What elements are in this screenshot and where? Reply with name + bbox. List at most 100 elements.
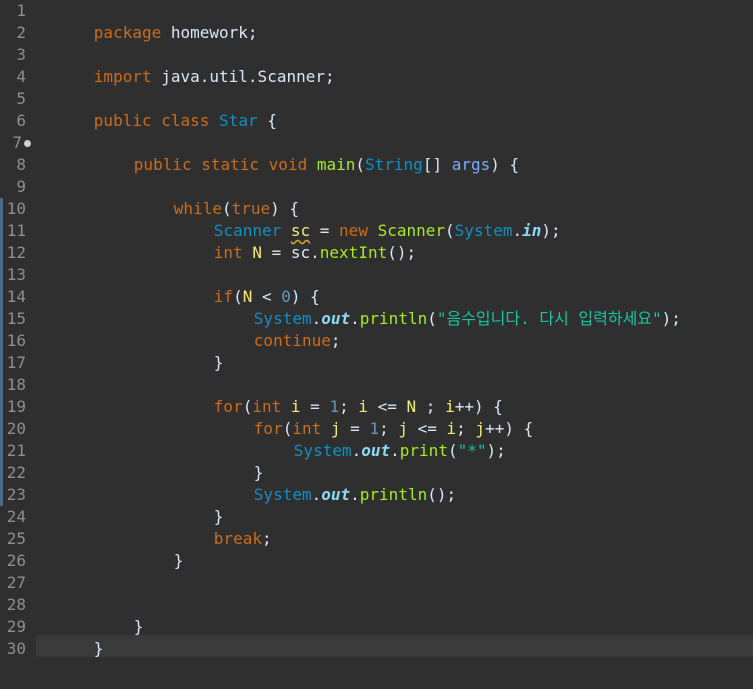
method-name: println <box>359 309 428 328</box>
code-text: ); <box>541 221 561 240</box>
line-number[interactable]: 6 <box>0 110 26 132</box>
code-text: ( <box>427 309 437 328</box>
line-number[interactable]: 5 <box>0 88 26 110</box>
code-line-23[interactable]: } <box>156 484 224 526</box>
code-line-19[interactable]: for(int j = 1; j <= i; j++) { <box>196 396 533 438</box>
line-number[interactable]: 1 <box>0 0 26 22</box>
line-number[interactable]: 17 <box>0 352 26 374</box>
line-number[interactable]: 11 <box>0 220 26 242</box>
line-number[interactable]: 21 <box>0 440 26 462</box>
variable-name: N <box>252 243 262 262</box>
method-name: nextInt <box>319 243 388 262</box>
code-line-15[interactable]: continue; <box>196 308 341 350</box>
line-number[interactable]: 15 <box>0 308 26 330</box>
code-text: . <box>311 485 322 504</box>
code-text: . <box>350 309 360 328</box>
line-number[interactable]: 16 <box>0 330 26 352</box>
type-name: System <box>293 441 352 460</box>
code-text: = sc. <box>261 243 320 262</box>
line-number[interactable]: 14 <box>0 286 26 308</box>
code-line-18[interactable]: for(int i = 1; i <= N ; i++) { <box>156 374 503 416</box>
code-text: [] <box>422 155 452 174</box>
line-number[interactable]: 13 <box>0 264 26 286</box>
static-field: out <box>361 441 391 460</box>
code-line-22[interactable]: System.out.println(); <box>196 462 456 504</box>
code-text: . <box>512 221 523 240</box>
keyword: public <box>133 155 192 174</box>
string-literal: "음수입니다. 다시 입력하세요" <box>436 309 662 328</box>
code-text: . <box>351 441 362 460</box>
code-text: ( <box>447 441 458 460</box>
code-line-11[interactable]: int N = sc.nextInt(); <box>156 220 416 262</box>
line-number[interactable]: 4 <box>0 66 26 88</box>
line-number[interactable]: 9 <box>0 176 26 198</box>
code-line-14[interactable]: System.out.println("음수입니다. 다시 입력하세요"); <box>196 286 681 328</box>
code-text: { <box>257 111 277 130</box>
code-text: . <box>390 441 400 460</box>
code-line-16[interactable]: } <box>156 330 224 372</box>
code-line-5[interactable]: public class Star { <box>36 88 277 130</box>
code-editor[interactable]: 1 2 3 4 5 6 7 8 9 10 11 12 13 14 15 16 17 18 19 20 21 22 23 24 2… <box>0 0 753 689</box>
code-text: . <box>350 485 360 504</box>
line-number[interactable]: 19 <box>0 396 26 418</box>
line-number[interactable]: 20 <box>0 418 26 440</box>
code-area[interactable]: package homework; import java.util.Scann… <box>36 0 753 689</box>
line-number[interactable]: 12 <box>0 242 26 264</box>
code-line-29[interactable]: } <box>36 616 104 658</box>
code-line-3[interactable]: import java.util.Scanner; <box>36 44 335 86</box>
code-line-21[interactable]: } <box>196 440 264 482</box>
code-text: } <box>213 353 224 372</box>
code-text: ( <box>355 155 366 174</box>
line-number[interactable]: 7 <box>0 132 22 154</box>
line-number[interactable]: 26 <box>0 550 26 572</box>
line-number[interactable]: 22 <box>0 462 26 484</box>
code-text: ; <box>261 529 272 548</box>
line-number[interactable]: 18 <box>0 374 26 396</box>
keyword: int <box>213 243 243 262</box>
code-line-20[interactable]: System.out.print("*"); <box>236 418 506 460</box>
keyword: import <box>93 67 152 86</box>
code-line-10[interactable]: Scanner sc = new Scanner(System.in); <box>156 198 561 240</box>
line-number[interactable]: 2 <box>0 22 26 44</box>
range-indicator-bar <box>0 198 3 506</box>
method-name: main <box>316 155 356 174</box>
code-line-24[interactable]: break; <box>156 506 272 548</box>
line-number[interactable]: 8 <box>0 154 26 176</box>
line-number[interactable]: 10 <box>0 198 26 220</box>
line-number[interactable]: 29 <box>0 616 26 638</box>
line-number[interactable]: 3 <box>0 44 26 66</box>
code-text: ); <box>661 309 681 328</box>
code-text: ); <box>486 441 506 460</box>
code-text: (); <box>387 243 417 262</box>
string-literal: "*" <box>457 441 487 460</box>
keyword: public <box>93 111 152 130</box>
code-text: ( <box>445 221 455 240</box>
code-line-25[interactable]: } <box>116 528 184 570</box>
code-line-13[interactable]: if(N < 0) { <box>156 264 320 306</box>
code-text: (); <box>427 485 457 504</box>
code-line-7[interactable]: public static void main(String[] args) { <box>76 132 519 174</box>
line-number[interactable]: 25 <box>0 528 26 550</box>
code-line-1[interactable]: package homework; <box>36 0 258 42</box>
class-name: Star <box>219 111 258 130</box>
line-number-gutter[interactable]: 1 2 3 4 5 6 7 8 9 10 11 12 13 14 15 16 17 18 19 20 21 22 23 24 2… <box>0 0 31 689</box>
code-line-9[interactable]: while(true) { <box>116 176 299 218</box>
line-number[interactable]: 27 <box>0 572 26 594</box>
keyword: class <box>161 111 210 130</box>
fold-marker-icon[interactable] <box>24 140 31 147</box>
static-field: out <box>321 485 351 504</box>
keyword: package <box>93 23 162 42</box>
type-name: System <box>454 221 513 240</box>
type-name: String <box>365 155 423 174</box>
keyword: void <box>268 155 308 174</box>
code-line-28[interactable]: } <box>76 594 144 636</box>
line-number[interactable]: 24 <box>0 506 26 528</box>
line-number[interactable]: 28 <box>0 594 26 616</box>
code-text: homework; <box>161 23 258 42</box>
line-number[interactable]: 30 <box>0 638 26 660</box>
method-name: print <box>399 441 448 460</box>
code-text: } <box>173 551 184 570</box>
code-text: } <box>133 617 144 636</box>
line-number[interactable]: 23 <box>0 484 26 506</box>
code-text: } <box>93 639 104 658</box>
